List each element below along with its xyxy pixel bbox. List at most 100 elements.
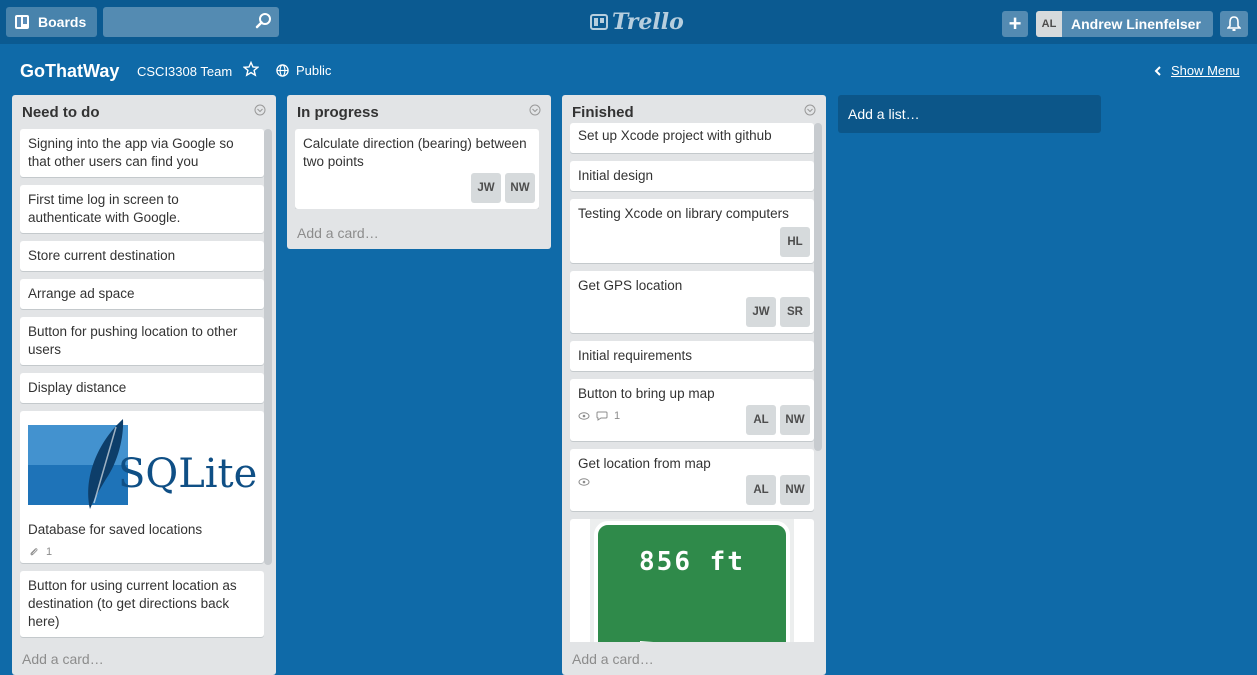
card[interactable]: Signing into the app via Google so that …: [20, 129, 264, 177]
card[interactable]: Calculate direction (bearing) between tw…: [295, 129, 539, 209]
card-list: Calculate direction (bearing) between tw…: [287, 129, 551, 209]
boards-label: Boards: [38, 14, 87, 30]
card-members: JW SR: [746, 297, 810, 327]
chevron-left-icon: [1154, 65, 1161, 76]
add-button[interactable]: +: [1002, 11, 1028, 37]
card-members: HL: [780, 227, 810, 257]
card-title: Set up Xcode project with github: [578, 128, 772, 143]
trello-logo[interactable]: Trello: [590, 8, 684, 36]
member-avatar[interactable]: JW: [746, 297, 776, 327]
card[interactable]: Display distance: [20, 373, 264, 403]
member-avatar[interactable]: NW: [780, 475, 810, 505]
member-avatar[interactable]: AL: [746, 405, 776, 435]
member-avatar[interactable]: AL: [746, 475, 776, 505]
card-title: Button for using current location as des…: [28, 578, 237, 629]
card-title: Database for saved locations: [28, 522, 203, 537]
board-header: GoThatWay CSCI3308 Team Public Show Menu: [0, 44, 1257, 94]
user-name: Andrew Linenfelser: [1071, 16, 1201, 32]
list-header[interactable]: In progress: [287, 95, 551, 129]
board-title[interactable]: GoThatWay: [20, 61, 119, 82]
search-icon[interactable]: [255, 12, 273, 30]
add-card-link[interactable]: Add a card…: [572, 651, 654, 667]
add-list-button[interactable]: Add a list…: [838, 95, 1101, 133]
show-menu-button[interactable]: Show Menu: [1153, 63, 1240, 78]
list-in-progress: In progress Calculate direction (bearing…: [287, 95, 551, 249]
card[interactable]: Get GPS location JW SR: [570, 271, 814, 333]
card-title: Button for pushing location to other use…: [28, 324, 238, 357]
member-avatar[interactable]: NW: [505, 173, 535, 203]
show-menu-label: Show Menu: [1171, 63, 1240, 78]
card[interactable]: Arrange ad space: [20, 279, 264, 309]
list-header[interactable]: Need to do: [12, 95, 276, 129]
list-title[interactable]: Finished: [572, 104, 634, 121]
card[interactable]: Button for using current location as des…: [20, 571, 264, 637]
card-members: AL NW: [746, 405, 810, 435]
boards-icon: [15, 15, 29, 29]
card-list: Signing into the app via Google so that …: [12, 129, 276, 642]
card[interactable]: Initial requirements: [570, 341, 814, 371]
card-title: Arrange ad space: [28, 286, 135, 301]
card[interactable]: Store current destination: [20, 241, 264, 271]
search-input[interactable]: [103, 7, 279, 37]
user-menu-button[interactable]: AL Andrew Linenfelser: [1036, 11, 1213, 37]
trello-logo-text: Trello: [612, 9, 684, 35]
card[interactable]: Testing Xcode on library computers HL: [570, 199, 814, 263]
eye-icon: [578, 478, 590, 486]
card-title: Testing Xcode on library computers: [578, 206, 789, 221]
boards-button[interactable]: Boards: [6, 7, 97, 37]
list-menu-icon[interactable]: [254, 104, 266, 116]
card-title: Signing into the app via Google so that …: [28, 136, 234, 169]
card[interactable]: Set up Xcode project with github: [570, 123, 814, 153]
list-need-to-do: Need to do Signing into the app via Goog…: [12, 95, 276, 675]
trello-logo-icon: [590, 14, 608, 30]
star-icon[interactable]: [243, 61, 259, 77]
card-title: Get GPS location: [578, 278, 683, 293]
list-menu-icon[interactable]: [804, 104, 816, 116]
scrollbar[interactable]: [264, 129, 272, 565]
add-card-link[interactable]: Add a card…: [22, 651, 104, 667]
card-title: Get location from map: [578, 456, 711, 471]
card-title: Display distance: [28, 380, 127, 395]
sqlite-logo-text: SQLite: [118, 451, 258, 497]
plus-icon: +: [1008, 11, 1022, 36]
card-title: Initial design: [578, 168, 654, 183]
list-menu-icon[interactable]: [529, 104, 541, 116]
team-name[interactable]: CSCI3308 Team: [137, 64, 232, 79]
card-with-cover[interactable]: 856 ft: [570, 519, 814, 642]
visibility-button[interactable]: Public: [276, 63, 331, 78]
card-title: Initial requirements: [578, 348, 693, 363]
list-title[interactable]: Need to do: [22, 104, 100, 121]
card-members: JW NW: [471, 173, 535, 203]
add-card-link[interactable]: Add a card…: [297, 225, 379, 241]
card-with-cover[interactable]: SQLite Database for saved locations 1: [20, 411, 264, 563]
globe-icon: [276, 64, 289, 77]
notifications-button[interactable]: [1220, 11, 1248, 37]
comment-icon: [596, 411, 608, 421]
distance-sign-text: 856 ft: [639, 547, 745, 577]
card[interactable]: First time log in screen to authenticate…: [20, 185, 264, 233]
avatar: AL: [1036, 11, 1062, 37]
visibility-label: Public: [296, 63, 332, 78]
top-bar: Boards Trello + AL Andrew Linenfelser: [0, 0, 1257, 44]
member-avatar[interactable]: SR: [780, 297, 810, 327]
sqlite-logo-image: SQLite: [28, 417, 258, 517]
card-list: Set up Xcode project with github Initial…: [562, 123, 826, 642]
card[interactable]: Get location from map AL NW: [570, 449, 814, 511]
card-title: Store current destination: [28, 248, 176, 263]
card-badges: 1: [28, 543, 256, 561]
card-title: Button to bring up map: [578, 386, 715, 401]
card[interactable]: Button for pushing location to other use…: [20, 317, 264, 365]
card-members: AL NW: [746, 475, 810, 505]
list-title[interactable]: In progress: [297, 104, 379, 121]
member-avatar[interactable]: NW: [780, 405, 810, 435]
member-avatar[interactable]: JW: [471, 173, 501, 203]
member-avatar[interactable]: HL: [780, 227, 810, 257]
bell-icon: [1227, 16, 1241, 31]
card-title: Calculate direction (bearing) between tw…: [303, 136, 527, 169]
list-finished: Finished Set up Xcode project with githu…: [562, 95, 826, 675]
card-title: First time log in screen to authenticate…: [28, 192, 181, 225]
card[interactable]: Initial design: [570, 161, 814, 191]
paperclip-icon: [30, 548, 38, 556]
card[interactable]: Button to bring up map 1 AL NW: [570, 379, 814, 441]
scrollbar[interactable]: [814, 123, 822, 451]
